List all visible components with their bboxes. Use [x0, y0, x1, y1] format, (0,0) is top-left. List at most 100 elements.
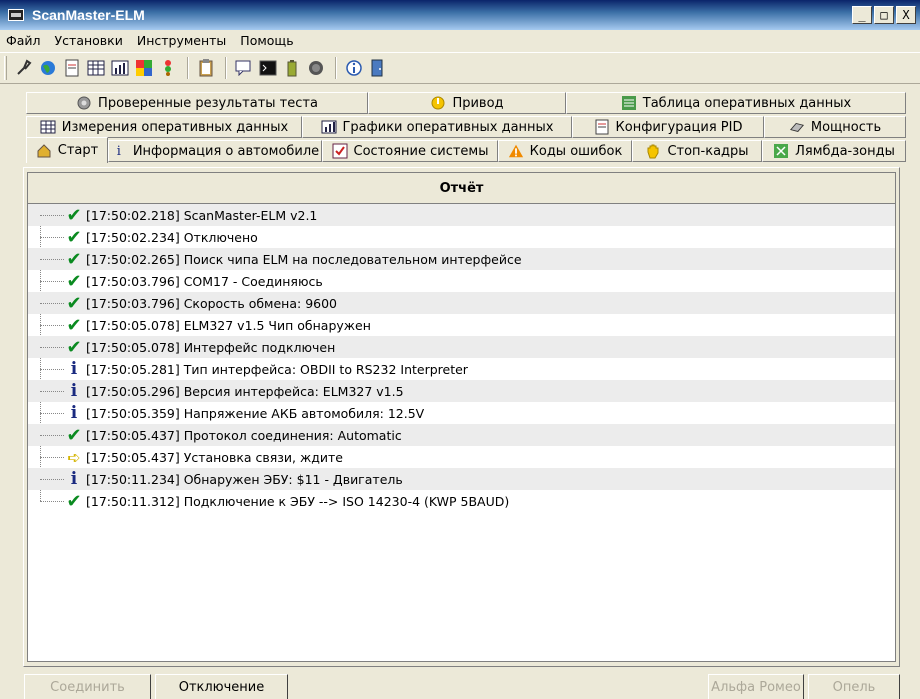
- check-icon: ✔: [66, 424, 82, 446]
- log-entry[interactable]: ✔ [17:50:02.218] ScanMaster-ELM v2.1: [28, 204, 895, 226]
- log-entry-text: [17:50:05.437] Установка связи, ждите: [86, 449, 343, 465]
- brand-button[interactable]: Альфа Ромео: [708, 674, 804, 699]
- menu-help[interactable]: Помощь: [240, 33, 293, 48]
- log-entry-text: [17:50:05.281] Тип интерфейса: OBDII to …: [86, 361, 468, 377]
- log-entry-text: [17:50:11.234] Обнаружен ЭБУ: $11 - Двиг…: [86, 471, 403, 487]
- table-icon: [621, 95, 637, 111]
- log-entry[interactable]: ➪ [17:50:05.437] Установка связи, ждите: [28, 446, 895, 468]
- tab-vehicle-info[interactable]: i Информация о автомобиле: [108, 140, 322, 162]
- log-entry[interactable]: ✔ [17:50:03.796] COM17 - Соединяюсь: [28, 270, 895, 292]
- log-tree: ✔ [17:50:02.218] ScanMaster-ELM v2.1 ✔ [17:…: [28, 204, 895, 512]
- check-icon: ✔: [66, 226, 82, 248]
- info-icon: i: [70, 403, 78, 423]
- menu-file[interactable]: Файл: [6, 33, 41, 48]
- tab-live-measurements[interactable]: Измерения оперативных данных: [26, 116, 302, 138]
- log-entry[interactable]: ✔ [17:50:02.234] Отключено: [28, 226, 895, 248]
- tab-label: Измерения оперативных данных: [61, 119, 289, 135]
- tree-connector: [40, 280, 64, 282]
- info-icon: i: [70, 381, 78, 401]
- tree-connector: [40, 236, 64, 238]
- bar-chart-icon[interactable]: [109, 57, 131, 79]
- menu-tools[interactable]: Инструменты: [137, 33, 226, 48]
- connect-button[interactable]: Соединить: [24, 674, 151, 699]
- log-entry[interactable]: i [17:50:11.234] Обнаружен ЭБУ: $11 - Дви…: [28, 468, 895, 490]
- log-entry-text: [17:50:11.312] Подключение к ЭБУ --> ISO…: [86, 493, 510, 509]
- terminal-icon[interactable]: [257, 57, 279, 79]
- color-chart-icon[interactable]: [133, 57, 155, 79]
- maximize-button[interactable]: □: [874, 6, 894, 24]
- tree-connector: [40, 478, 64, 480]
- start-panel: Отчёт ✔ [17:50:02.218] ScanMaster-ELM v2.…: [23, 167, 900, 667]
- arrow-right-icon: ➪: [67, 447, 81, 467]
- check-icon: ✔: [66, 292, 82, 314]
- engine-icon: [789, 119, 805, 135]
- traffic-light-icon[interactable]: [157, 57, 179, 79]
- gear-icon: [76, 95, 92, 111]
- tab-freeze-frames[interactable]: Стоп-кадры: [632, 140, 762, 162]
- document-icon: [594, 119, 610, 135]
- hand-icon: [645, 143, 661, 159]
- tab-strip: Проверенные результаты теста Привод Табл…: [26, 92, 906, 164]
- log-entry[interactable]: ✔ [17:50:05.078] Интерфейс подключен: [28, 336, 895, 358]
- log-entry[interactable]: ✔ [17:50:02.265] Поиск чипа ELM на послед…: [28, 248, 895, 270]
- tab-lambda-sensors[interactable]: Лямбда-зонды: [762, 140, 906, 162]
- report-header[interactable]: Отчёт: [28, 173, 895, 204]
- tab-label: Мощность: [810, 119, 882, 135]
- log-entry[interactable]: ✔ [17:50:11.312] Подключение к ЭБУ --> IS…: [28, 490, 895, 512]
- tab-system-status[interactable]: Состояние системы: [322, 140, 498, 162]
- bottom-bar: Соединить Отключение Альфа Ромео Опель: [0, 672, 920, 699]
- tab-error-codes[interactable]: Коды ошибок: [498, 140, 632, 162]
- tab-live-data-table[interactable]: Таблица оперативных данных: [566, 92, 906, 114]
- document-icon[interactable]: [61, 57, 83, 79]
- minimize-button[interactable]: _: [852, 6, 872, 24]
- model-button[interactable]: Опель: [808, 674, 900, 699]
- title-bar[interactable]: ScanMaster-ELM _ □ X: [0, 0, 920, 30]
- exit-door-icon[interactable]: [367, 57, 389, 79]
- tab-row-3: Старт i Информация о автомобиле Состояни…: [26, 137, 906, 163]
- chart-icon: [321, 119, 337, 135]
- warning-icon: [508, 143, 524, 159]
- tab-row-2: Измерения оперативных данных Графики опе…: [26, 116, 906, 138]
- globe-icon[interactable]: [37, 57, 59, 79]
- log-entry[interactable]: i [17:50:05.281] Тип интерфейса: OBDII to…: [28, 358, 895, 380]
- home-icon: [36, 143, 52, 159]
- info-icon: i: [116, 143, 121, 159]
- disconnect-button[interactable]: Отключение: [155, 674, 288, 699]
- close-button[interactable]: X: [896, 6, 916, 24]
- log-entry-text: [17:50:05.296] Версия интерфейса: ELM327…: [86, 383, 404, 399]
- tab-label: Привод: [452, 95, 504, 111]
- log-entry[interactable]: i [17:50:05.359] Напряжение АКБ автомобил…: [28, 402, 895, 424]
- menu-settings[interactable]: Установки: [55, 33, 123, 48]
- tab-power[interactable]: Мощность: [764, 116, 906, 138]
- record-icon[interactable]: [305, 57, 327, 79]
- log-entry[interactable]: ✔ [17:50:05.437] Протокол соединения: Aut…: [28, 424, 895, 446]
- log-entry[interactable]: ✔ [17:50:05.078] ELM327 v1.5 Чип обнаруже…: [28, 314, 895, 336]
- menu-bar: Файл Установки Инструменты Помощь: [0, 30, 920, 50]
- tab-test-results[interactable]: Проверенные результаты теста: [26, 92, 368, 114]
- clipboard-icon[interactable]: [195, 57, 217, 79]
- table-icon[interactable]: [85, 57, 107, 79]
- tab-label: Старт: [57, 143, 99, 158]
- checklist-icon: [332, 143, 348, 159]
- tree-connector: [40, 412, 64, 414]
- window-controls: _ □ X: [852, 6, 916, 24]
- tab-drive[interactable]: Привод: [368, 92, 566, 114]
- tab-pid-config[interactable]: Конфигурация PID: [572, 116, 764, 138]
- tab-start[interactable]: Старт: [26, 137, 108, 163]
- log-entry[interactable]: i [17:50:05.296] Версия интерфейса: ELM32…: [28, 380, 895, 402]
- check-icon: ✔: [66, 270, 82, 292]
- chat-icon[interactable]: [233, 57, 255, 79]
- report-list[interactable]: Отчёт ✔ [17:50:02.218] ScanMaster-ELM v2.…: [27, 172, 896, 662]
- grid-icon: [40, 119, 56, 135]
- log-entry[interactable]: ✔ [17:50:03.796] Скорость обмена: 9600: [28, 292, 895, 314]
- tab-label: Таблица оперативных данных: [642, 95, 852, 111]
- tab-row-1: Проверенные результаты теста Привод Табл…: [26, 92, 906, 114]
- battery-icon[interactable]: [281, 57, 303, 79]
- tree-connector: [40, 434, 64, 436]
- connect-plug-icon[interactable]: [13, 57, 35, 79]
- tab-live-graphs[interactable]: Графики оперативных данных: [302, 116, 572, 138]
- info-icon[interactable]: [343, 57, 365, 79]
- power-icon: [430, 95, 446, 111]
- toolbar-separator: [187, 57, 189, 79]
- tree-connector: [40, 214, 64, 216]
